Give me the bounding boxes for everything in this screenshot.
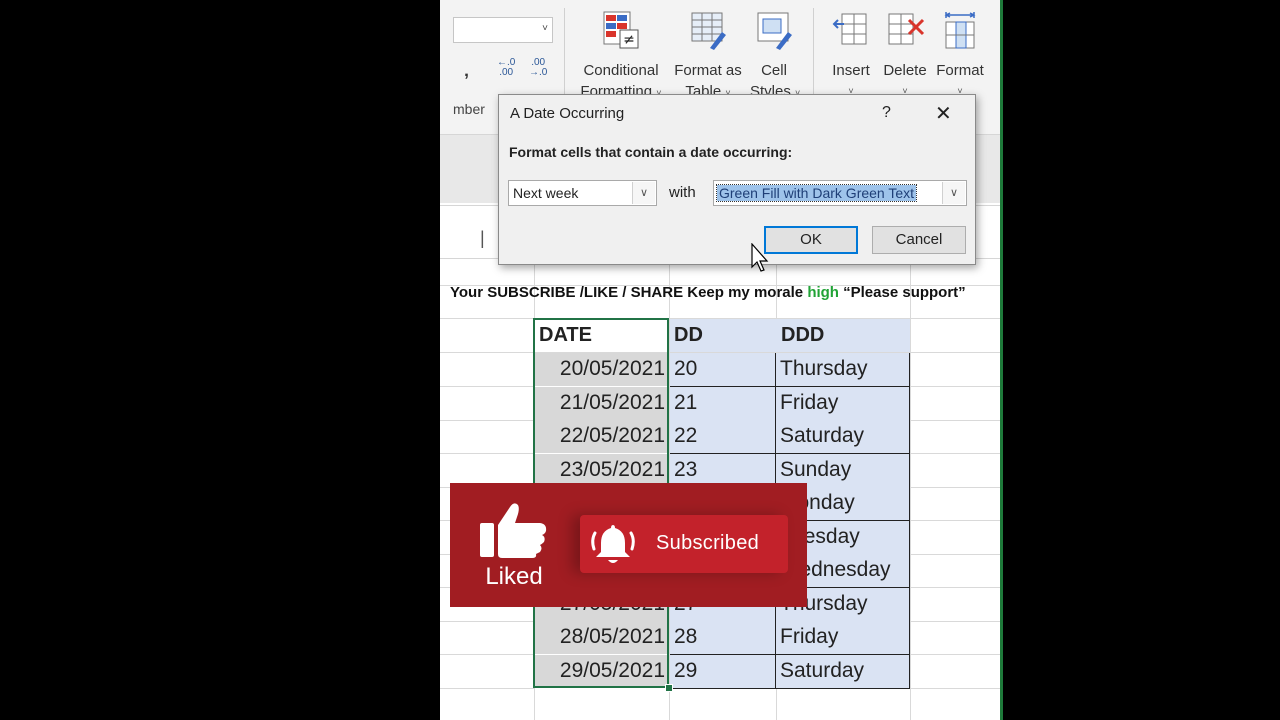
banner-text-1: Your SUBSCRIBE /LIKE / SHARE Keep my mor… [450,284,808,301]
cell-styles-icon [757,12,792,50]
table-cell-dd[interactable]: 29 [670,655,776,689]
dialog-title: A Date Occurring [510,105,625,122]
table-cell-dd[interactable]: 28 [670,621,776,655]
table-header-date[interactable]: DATE [535,319,669,352]
format-style-select[interactable]: Green Fill with Dark Green Text ∨ [713,180,967,206]
ok-button[interactable]: OK [764,226,858,254]
thumbs-up-icon[interactable] [480,501,548,559]
grid-column-line [910,257,911,720]
banner-text-2: “Please support” [838,284,966,301]
table-cell-date[interactable]: 29/05/2021 [535,655,669,689]
cancel-button[interactable]: Cancel [872,226,966,254]
delete-cells-icon [888,13,925,45]
table-cell-date[interactable]: 21/05/2021 [535,387,669,421]
subscribed-button[interactable]: Subscribed [580,515,788,573]
table-cell-ddd[interactable]: Friday [776,387,910,421]
insert-button[interactable]: Insert ˅ [828,10,874,102]
insert-cells-icon [832,13,867,45]
conditional-formatting-icon: ≠ [603,11,639,49]
number-format-dropdown[interactable]: ˅ [453,17,553,43]
comma-style-button[interactable]: ‚ [464,60,469,81]
decrease-decimal-button[interactable]: .00 →.0 [529,58,547,78]
banner-highlight: high [807,284,839,301]
support-banner: Your SUBSCRIBE /LIKE / SHARE Keep my mor… [450,284,966,301]
like-subscribe-overlay: Liked Subscribed [450,483,807,607]
ribbon-divider [564,8,565,96]
dialog-prompt: Format cells that contain a date occurri… [509,144,793,160]
table-cell-ddd[interactable]: Saturday [776,420,910,454]
table-cell-ddd[interactable]: Saturday [776,655,910,689]
table-cell-dd[interactable]: 20 [670,353,776,387]
table-cell-ddd[interactable]: Thursday [776,353,910,387]
ribbon-divider [813,8,814,96]
svg-text:≠: ≠ [623,32,635,48]
table-cell-date[interactable]: 28/05/2021 [535,621,669,655]
number-group-label: mber [453,101,485,117]
chevron-down-icon: ˅ [542,23,548,34]
table-cell-date[interactable]: 22/05/2021 [535,420,669,454]
format-style-value: Green Fill with Dark Green Text [715,184,918,202]
subscribed-label: Subscribed [656,532,760,554]
format-button[interactable]: Format ˅ [934,10,986,102]
increase-decimal-button[interactable]: ←.0 .00 [497,58,515,78]
table-cell-date[interactable]: 20/05/2021 [535,353,669,387]
fill-handle[interactable] [665,684,673,692]
table-header-ddd[interactable]: DDD [776,319,910,352]
close-button[interactable]: ✕ [935,101,952,126]
mouse-cursor-icon [751,243,769,272]
cell-styles-label-1: Cell [761,62,787,79]
formula-bar-separator: | [480,228,485,248]
table-header-dd[interactable]: DD [670,319,776,352]
chevron-down-icon[interactable]: ∨ [632,182,655,204]
date-occurring-dialog: A Date Occurring ? ✕ Format cells that c… [498,94,976,265]
conditional-formatting-button[interactable]: ≠ Conditional Formatting ˅ [574,10,668,104]
delete-button[interactable]: Delete ˅ [882,10,928,102]
bell-icon [591,525,635,563]
table-cell-ddd[interactable]: Friday [776,621,910,655]
format-as-table-button[interactable]: Format as Table ˅ [671,10,745,104]
delete-label: Delete [883,62,927,79]
date-period-select[interactable]: Next week ∨ [508,180,657,206]
table-cell-dd[interactable]: 21 [670,387,776,421]
cell-styles-button[interactable]: Cell Styles ˅ [750,10,800,104]
with-label: with [669,184,696,201]
liked-label: Liked [485,563,543,590]
format-cells-icon [944,12,976,49]
format-as-table-label-1: Format as [674,62,742,79]
conditional-formatting-label-1: Conditional [583,62,659,79]
help-button[interactable]: ? [882,104,891,122]
insert-label: Insert [832,62,870,79]
format-label: Format [936,62,984,79]
chevron-down-icon[interactable]: ∨ [942,182,965,204]
format-as-table-icon [691,12,726,50]
table-cell-dd[interactable]: 22 [670,420,776,454]
format-style-wrapper: Green Fill with Dark Green Text [715,181,918,205]
date-period-value: Next week [513,185,579,201]
